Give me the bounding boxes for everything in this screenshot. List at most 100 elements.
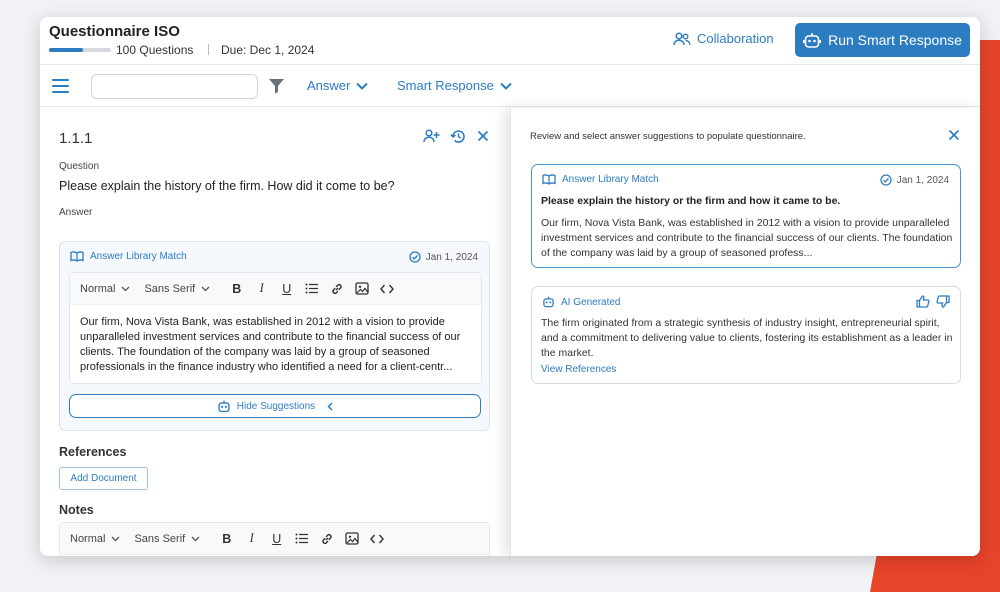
smart-response-dropdown[interactable]: Smart Response <box>397 78 512 93</box>
thumbs-down-icon[interactable] <box>936 295 950 308</box>
suggestion-title: Please explain the history or the firm a… <box>541 195 841 207</box>
menu-icon[interactable] <box>52 79 69 93</box>
code-icon[interactable] <box>374 284 399 294</box>
run-smart-response-label: Run Smart Response <box>828 32 962 48</box>
suggestion-source-label: AI Generated <box>561 296 621 308</box>
question-text: Please explain the history of the firm. … <box>59 179 395 193</box>
chevron-down-icon <box>121 286 130 292</box>
notes-heading: Notes <box>59 503 94 517</box>
smart-response-dropdown-label: Smart Response <box>397 78 494 93</box>
image-icon[interactable] <box>349 282 374 295</box>
close-icon[interactable] <box>948 128 960 146</box>
references-heading: References <box>59 445 127 459</box>
check-circle-icon <box>880 174 892 186</box>
thumbs-up-icon[interactable] <box>916 295 930 308</box>
notes-editor: Normal Sans Serif B I U <box>59 522 490 556</box>
answer-date: Jan 1, 2024 <box>409 251 478 263</box>
collaboration-label: Collaboration <box>697 31 774 46</box>
list-icon[interactable] <box>289 533 314 544</box>
check-circle-icon <box>409 251 421 263</box>
bold-icon[interactable]: B <box>224 282 249 296</box>
font-family-value: Sans Serif <box>144 282 196 295</box>
code-icon[interactable] <box>364 534 389 544</box>
paragraph-style-select[interactable]: Normal <box>70 533 120 545</box>
question-label: Question <box>59 161 100 172</box>
due-date: Due: Dec 1, 2024 <box>221 43 315 57</box>
book-icon <box>70 251 84 262</box>
list-icon[interactable] <box>299 283 324 294</box>
suggestion-date-text: Jan 1, 2024 <box>896 174 949 186</box>
chevron-down-icon <box>111 536 120 542</box>
question-pane: 1.1.1 Question Please explain the histor… <box>40 108 510 556</box>
font-family-select[interactable]: Sans Serif <box>134 533 200 545</box>
suggestion-source-label: Answer Library Match <box>562 174 659 185</box>
question-actions <box>423 129 490 144</box>
page-title: Questionnaire ISO <box>49 23 180 40</box>
suggestion-body: The firm originated from a strategic syn… <box>541 317 953 359</box>
robot-icon <box>803 32 822 49</box>
notes-editor-toolbar: Normal Sans Serif B I U <box>60 523 489 555</box>
filter-icon[interactable] <box>268 78 285 99</box>
font-family-value: Sans Serif <box>134 532 186 545</box>
suggestion-card[interactable]: AI Generated The firm originated from a … <box>531 286 961 384</box>
suggestion-card[interactable]: Answer Library Match Jan 1, 2024 Please … <box>531 164 961 268</box>
chevron-left-icon <box>327 401 333 411</box>
editor-toolbar: Normal Sans Serif B I U <box>70 273 481 305</box>
suggestion-date: Jan 1, 2024 <box>880 174 949 186</box>
paragraph-style-select[interactable]: Normal <box>80 283 130 295</box>
paragraph-style-value: Normal <box>70 532 106 545</box>
link-icon[interactable] <box>314 532 339 546</box>
answer-date-text: Jan 1, 2024 <box>425 251 478 263</box>
collaboration-button[interactable]: Collaboration <box>673 31 774 46</box>
suggestion-source: AI Generated <box>542 296 620 308</box>
underline-icon[interactable]: U <box>264 532 289 546</box>
chevron-down-icon <box>191 536 200 542</box>
filter-toolbar: Answer Smart Response <box>40 65 980 107</box>
history-icon[interactable] <box>450 129 466 144</box>
answer-dropdown[interactable]: Answer <box>307 78 369 93</box>
answer-source: Answer Library Match <box>70 251 187 262</box>
font-family-select[interactable]: Sans Serif <box>144 283 210 295</box>
chevron-down-icon <box>500 82 512 90</box>
progress-bar <box>49 48 111 52</box>
hide-suggestions-label: Hide Suggestions <box>236 400 316 412</box>
questionnaire-window: Questionnaire ISO 100 Questions Due: Dec… <box>40 17 980 556</box>
underline-icon[interactable]: U <box>274 282 299 296</box>
link-icon[interactable] <box>324 282 349 296</box>
view-references-link[interactable]: View References <box>541 364 616 375</box>
divider <box>208 44 209 55</box>
bold-icon[interactable]: B <box>214 532 239 546</box>
users-icon <box>673 31 691 46</box>
answer-editor: Normal Sans Serif B I U Our firm, Nova V… <box>69 272 482 384</box>
chevron-down-icon <box>201 286 210 292</box>
answer-source-label: Answer Library Match <box>90 251 187 262</box>
robot-icon <box>217 400 231 413</box>
notes-text[interactable] <box>60 555 489 556</box>
suggestions-panel: Review and select answer suggestions to … <box>510 108 980 556</box>
book-icon <box>542 174 556 185</box>
suggestion-body: Our firm, Nova Vista Bank, was establish… <box>541 217 953 259</box>
feedback-actions <box>916 295 950 308</box>
suggestions-instructions: Review and select answer suggestions to … <box>530 131 806 142</box>
image-icon[interactable] <box>339 532 364 545</box>
progress-fill <box>49 48 84 52</box>
question-count: 100 Questions <box>116 43 194 57</box>
italic-icon[interactable]: I <box>249 281 274 296</box>
paragraph-style-value: Normal <box>80 282 116 295</box>
header-bar: Questionnaire ISO 100 Questions Due: Dec… <box>40 17 980 65</box>
answer-label: Answer <box>59 207 93 218</box>
run-smart-response-button[interactable]: Run Smart Response <box>795 23 970 57</box>
search-input[interactable] <box>91 74 258 99</box>
close-icon[interactable] <box>476 129 490 144</box>
answer-dropdown-label: Answer <box>307 78 351 93</box>
question-number: 1.1.1 <box>59 130 93 147</box>
answer-text[interactable]: Our firm, Nova Vista Bank, was establish… <box>70 305 481 383</box>
answer-card: Answer Library Match Jan 1, 2024 Normal … <box>59 241 490 431</box>
suggestion-source: Answer Library Match <box>542 174 659 185</box>
robot-icon <box>542 296 555 308</box>
add-document-button[interactable]: Add Document <box>59 467 148 490</box>
italic-icon[interactable]: I <box>239 531 264 546</box>
assign-user-icon[interactable] <box>423 129 440 144</box>
chevron-down-icon <box>356 82 369 90</box>
hide-suggestions-button[interactable]: Hide Suggestions <box>69 394 481 418</box>
